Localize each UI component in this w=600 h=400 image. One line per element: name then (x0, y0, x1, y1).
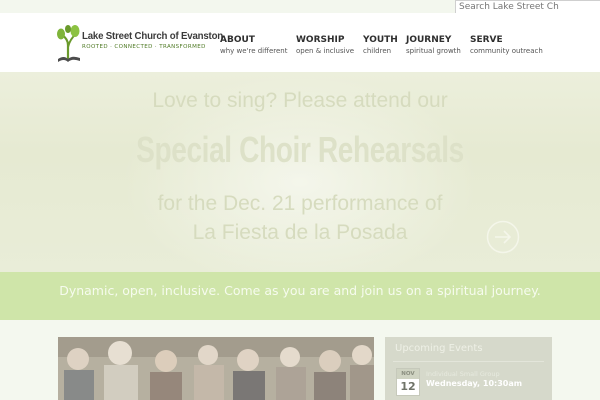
event-name-link[interactable]: Individual Small Group (426, 370, 500, 378)
nav-item-about[interactable]: ABOUT why we're different (220, 35, 287, 55)
hero-slider[interactable]: Love to sing? Please attend our Special … (0, 72, 600, 272)
event-time: Wednesday, 10:30am (426, 379, 523, 388)
nav-title: YOUTH (363, 35, 398, 45)
tree-logo-icon (57, 25, 80, 62)
nav-subtitle: spiritual growth (406, 47, 461, 55)
nav-subtitle: community outreach (470, 47, 543, 55)
mission-statement: Dynamic, open, inclusive. Come as you ar… (59, 283, 541, 298)
congregation-photo[interactable] (58, 337, 374, 400)
church-logo[interactable]: Lake Street Church of Evanston ROOTED · … (56, 23, 223, 63)
nav-item-worship[interactable]: WORSHIP open & inclusive (296, 35, 354, 55)
nav-title: ABOUT (220, 35, 255, 45)
nav-title: JOURNEY (406, 35, 452, 45)
logo-tagline: ROOTED · CONNECTED · TRANSFORMED (82, 44, 206, 50)
site-header: Lake Street Church of Evanston ROOTED · … (0, 13, 600, 73)
hero-intro-text: Love to sing? Please attend our (152, 89, 448, 112)
mission-band: Dynamic, open, inclusive. Come as you ar… (0, 272, 600, 320)
event-date-badge: NOV 12 (396, 368, 420, 396)
nav-subtitle: why we're different (220, 47, 288, 55)
nav-item-serve[interactable]: SERVE community outreach (470, 35, 543, 55)
nav-title: SERVE (470, 35, 503, 45)
nav-subtitle: children (363, 47, 392, 55)
nav-item-youth[interactable]: YOUTH children (363, 35, 398, 55)
hero-detail-text: for the Dec. 21 performance of (157, 192, 443, 215)
congregation-image (58, 337, 374, 400)
events-title: Upcoming Events (395, 343, 483, 354)
upcoming-events-panel: Upcoming Events NOV 12 Individual Small … (385, 337, 552, 400)
nav-item-journey[interactable]: JOURNEY spiritual growth (406, 35, 461, 55)
nav-subtitle: open & inclusive (296, 47, 355, 55)
nav-title: WORSHIP (296, 35, 345, 45)
event-day: 12 (400, 380, 416, 393)
event-month: NOV (397, 369, 419, 379)
logo-title: Lake Street Church of Evanston (82, 30, 224, 42)
search-input[interactable] (455, 0, 600, 14)
divider (393, 361, 544, 362)
hero-headline: Special Choir Rehearsals (136, 129, 464, 170)
arrow-right-circle-icon[interactable] (486, 220, 520, 254)
